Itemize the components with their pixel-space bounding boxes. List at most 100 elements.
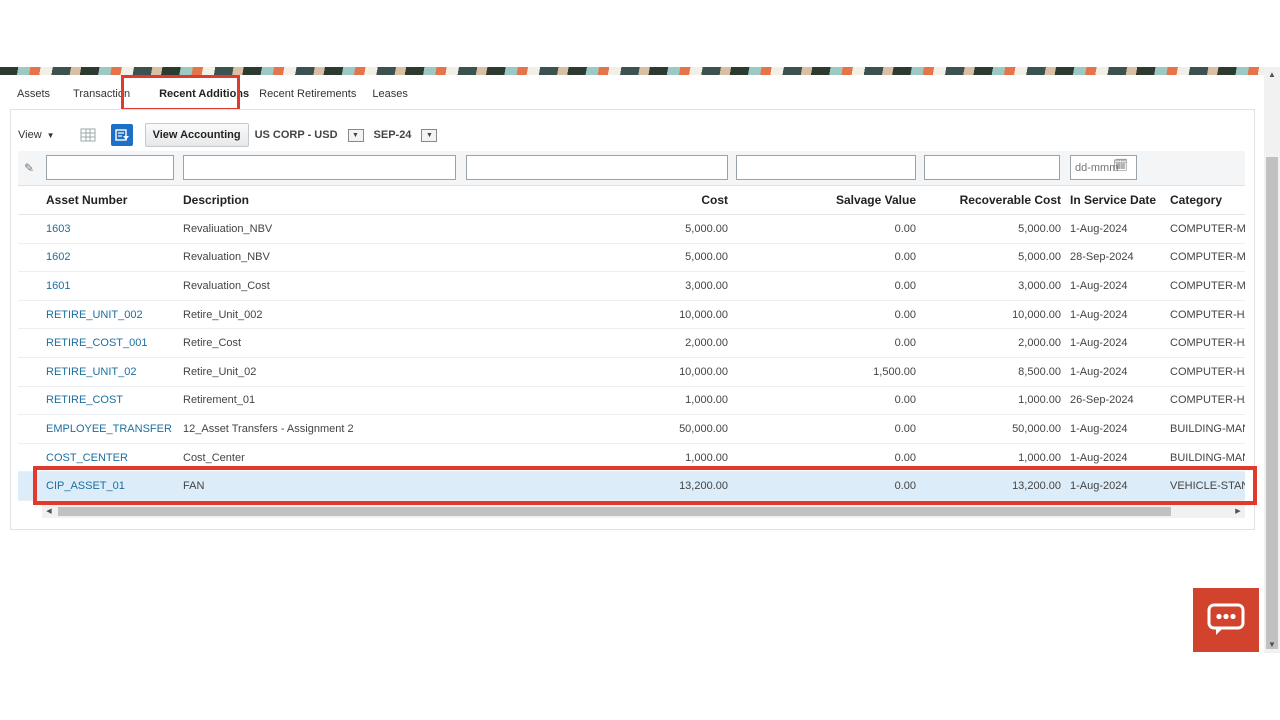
table-row[interactable]: RETIRE_UNIT_002 Retire_Unit_002 10,000.00 0… [18, 301, 1245, 330]
row-highlight-box [33, 466, 1257, 505]
salvage-value-cell: 0.00 [894, 251, 916, 264]
in-service-date-cell: 1-Aug-2024 [1070, 422, 1128, 435]
cost-cell: 5,000.00 [685, 251, 728, 264]
table-row[interactable]: 1601 Revaluation_Cost 3,000.00 0.00 3,000.00… [18, 272, 1245, 301]
salvage-value-cell: 1,500.00 [873, 365, 916, 378]
description-cell: Retirement_01 [183, 394, 256, 407]
category-cell: COMPUTER-H/ [1170, 337, 1245, 350]
calendar-icon[interactable]: 🗓 [1113, 158, 1128, 172]
assets-table: ✎ 🗓 Asset Number Description Cost Salvag… [18, 151, 1245, 506]
freeze-columns-icon[interactable] [77, 124, 99, 146]
filter-row: ✎ 🗓 [18, 151, 1245, 186]
category-cell: COMPUTER-M [1170, 251, 1245, 264]
tab-leases[interactable]: Leases [372, 88, 407, 100]
table-toolbar: View ▼ View Accounting US CORP - USD ▼ S… [18, 122, 447, 148]
salvage-value-cell: 0.00 [894, 279, 916, 292]
description-cell: Revaluation_NBV [183, 251, 270, 264]
book-dropdown-icon[interactable]: ▼ [347, 128, 364, 142]
chat-bubble-icon [1207, 603, 1245, 635]
scroll-thumb[interactable] [1266, 157, 1278, 649]
filter-cost-input[interactable] [466, 155, 728, 180]
cost-cell: 10,000.00 [679, 308, 728, 321]
filter-salvage-input[interactable] [736, 155, 916, 180]
in-service-date-cell: 1-Aug-2024 [1070, 222, 1128, 235]
asset-number-link[interactable]: 1602 [46, 244, 181, 272]
view-menu-label: View [18, 129, 42, 141]
view-accounting-button[interactable]: View Accounting [144, 123, 249, 147]
column-header-cost[interactable]: Cost [473, 186, 728, 214]
asset-number-link[interactable]: RETIRE_COST_001 [46, 329, 181, 357]
edit-pencil-icon: ✎ [24, 161, 35, 175]
page-vertical-scrollbar[interactable]: ▲ ▼ [1264, 67, 1280, 653]
description-cell: 12_Asset Transfers - Assignment 2 [183, 422, 354, 435]
query-by-example-icon[interactable] [110, 124, 133, 146]
asset-number-link[interactable]: 1601 [46, 272, 181, 300]
in-service-date-cell: 1-Aug-2024 [1070, 365, 1128, 378]
view-menu[interactable]: View ▼ [18, 129, 55, 141]
table-row[interactable]: RETIRE_COST Retirement_01 1,000.00 0.00 1,00… [18, 387, 1245, 416]
category-cell: COMPUTER-H/ [1170, 365, 1245, 378]
book-select[interactable]: US CORP - USD ▼ [254, 128, 364, 142]
period-dropdown-icon[interactable]: ▼ [421, 128, 438, 142]
table-row[interactable]: EMPLOYEE_TRANSFER 12_Asset Transfers - As… [18, 415, 1245, 444]
recoverable-cost-cell: 10,000.00 [1012, 308, 1061, 321]
filter-asset-number-input[interactable] [46, 155, 174, 180]
table-header: Asset Number Description Cost Salvage Va… [18, 186, 1245, 215]
cost-cell: 2,000.00 [685, 337, 728, 350]
salvage-value-cell: 0.00 [894, 337, 916, 350]
column-header-salvage-value[interactable]: Salvage Value [733, 186, 916, 214]
asset-number-link[interactable]: RETIRE_COST [46, 387, 181, 415]
asset-number-link[interactable]: 1603 [46, 215, 181, 243]
cost-cell: 10,000.00 [679, 365, 728, 378]
asset-number-link[interactable]: RETIRE_UNIT_002 [46, 301, 181, 329]
header-banner [0, 67, 1264, 75]
salvage-value-cell: 0.00 [894, 222, 916, 235]
recoverable-cost-cell: 5,000.00 [1018, 222, 1061, 235]
table-horizontal-scrollbar[interactable]: ◀ ▶ [42, 505, 1245, 518]
recoverable-cost-cell: 50,000.00 [1012, 422, 1061, 435]
asset-number-link[interactable]: EMPLOYEE_TRANSFER [46, 415, 181, 443]
period-select[interactable]: SEP-24 ▼ [373, 128, 438, 142]
column-header-category[interactable]: Category [1170, 186, 1245, 214]
in-service-date-cell: 28-Sep-2024 [1070, 251, 1134, 264]
filter-recoverable-input[interactable] [924, 155, 1060, 180]
column-header-description[interactable]: Description [183, 186, 473, 214]
horizontal-scroll-thumb[interactable] [58, 507, 1171, 516]
tab-recent-retirements[interactable]: Recent Retirements [259, 88, 356, 100]
cost-cell: 5,000.00 [685, 222, 728, 235]
salvage-value-cell: 0.00 [894, 308, 916, 321]
scroll-right-icon[interactable]: ▶ [1231, 505, 1245, 518]
caret-down-icon: ▼ [46, 130, 55, 140]
cost-cell: 1,000.00 [685, 394, 728, 407]
recoverable-cost-cell: 8,500.00 [1018, 365, 1061, 378]
asset-number-link[interactable]: RETIRE_UNIT_02 [46, 358, 181, 386]
recoverable-cost-cell: 3,000.00 [1018, 279, 1061, 292]
table-row[interactable]: RETIRE_COST_001 Retire_Cost 2,000.00 0.00 2,… [18, 329, 1245, 358]
category-cell: COMPUTER-M [1170, 279, 1245, 292]
table-row[interactable]: RETIRE_UNIT_02 Retire_Unit_02 10,000.00 1,5… [18, 358, 1245, 387]
category-cell: COMPUTER-M [1170, 222, 1245, 235]
category-cell: BUILDING-MAN [1170, 422, 1245, 435]
in-service-date-cell: 1-Aug-2024 [1070, 279, 1128, 292]
cost-cell: 50,000.00 [679, 422, 728, 435]
table-row[interactable]: 1602 Revaluation_NBV 5,000.00 0.00 5,000.00 2… [18, 244, 1245, 273]
chat-button[interactable] [1193, 588, 1259, 652]
book-select-value: US CORP - USD [254, 129, 338, 141]
scroll-down-icon[interactable]: ▼ [1264, 637, 1280, 653]
recoverable-cost-cell: 2,000.00 [1018, 337, 1061, 350]
scroll-up-icon[interactable]: ▲ [1264, 67, 1280, 83]
filter-description-input[interactable] [183, 155, 456, 180]
tab-highlight-box [121, 75, 240, 111]
salvage-value-cell: 0.00 [894, 394, 916, 407]
in-service-date-cell: 1-Aug-2024 [1070, 337, 1128, 350]
scroll-left-icon[interactable]: ◀ [42, 505, 56, 518]
column-header-recoverable-cost[interactable]: Recoverable Cost [918, 186, 1061, 214]
column-header-in-service-date[interactable]: In Service Date [1070, 186, 1166, 214]
table-row[interactable]: 1603 Revaliuation_NBV 5,000.00 0.00 5,000.00… [18, 215, 1245, 244]
period-select-value: SEP-24 [373, 129, 412, 141]
category-cell: COMPUTER-H/ [1170, 308, 1245, 321]
column-header-asset-number[interactable]: Asset Number [46, 186, 181, 214]
description-cell: Revaliuation_NBV [183, 222, 273, 235]
tab-assets[interactable]: Assets [10, 88, 50, 100]
description-cell: Retire_Unit_002 [183, 308, 263, 321]
